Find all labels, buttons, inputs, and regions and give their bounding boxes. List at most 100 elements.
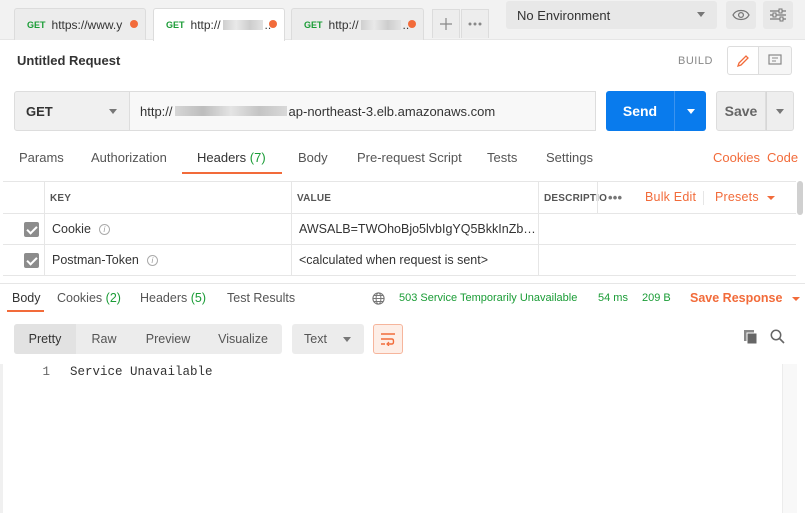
view-mode-preview[interactable]: Preview <box>132 324 204 354</box>
response-tab-body[interactable]: Body <box>12 291 41 305</box>
comment-icon <box>768 54 782 65</box>
tab-headers[interactable]: Headers (7) <box>197 150 266 165</box>
manage-environments-button[interactable] <box>763 1 793 29</box>
pencil-icon <box>736 54 749 67</box>
response-size[interactable]: 209 B <box>642 292 671 304</box>
copy-icon <box>744 330 758 345</box>
column-divider <box>44 182 45 276</box>
tab-params[interactable]: Params <box>19 150 64 165</box>
environment-quick-look-button[interactable] <box>726 1 756 29</box>
chevron-down-icon <box>109 109 117 114</box>
table-row: Cookie i AWSALB=TWOhoBjo5lvbIgYQ5BkkInZbx… <box>3 214 796 245</box>
edit-button[interactable] <box>727 46 759 75</box>
view-mode-pretty[interactable]: Pretty <box>14 324 76 354</box>
unsaved-dot-icon <box>269 20 277 28</box>
send-options-button[interactable] <box>674 91 706 131</box>
sliders-icon <box>770 8 786 22</box>
response-cookies-count: (2) <box>105 291 121 305</box>
chevron-down-icon <box>767 196 776 200</box>
url-prefix: http:// <box>140 103 173 119</box>
header-key-text: Cookie <box>52 222 91 236</box>
line-number: 1 <box>42 365 50 379</box>
request-tab-3[interactable]: GET http:// .. <box>291 8 424 40</box>
tab-method: GET <box>27 19 46 30</box>
url-input[interactable]: http:// ap-northeast-3.elb.amazonaws.com <box>130 91 596 131</box>
response-tab-headers-label: Headers <box>140 291 188 305</box>
response-tab-cookies[interactable]: Cookies (2) <box>57 291 121 305</box>
request-tab-2[interactable]: GET http:// .. <box>153 8 285 41</box>
tab-authorization[interactable]: Authorization <box>91 150 167 165</box>
response-bar: Body Cookies (2) Headers (5) Test Result… <box>0 283 805 312</box>
view-mode-raw[interactable]: Raw <box>76 324 132 354</box>
header-key[interactable]: Cookie i <box>52 222 110 236</box>
tab-body[interactable]: Body <box>298 150 328 165</box>
method-select[interactable]: GET <box>14 91 130 131</box>
unsaved-dot-icon <box>130 20 138 28</box>
wrap-lines-button[interactable] <box>373 324 403 354</box>
column-divider <box>703 191 704 205</box>
cookies-link[interactable]: Cookies <box>713 150 760 165</box>
tab-pre-request-script[interactable]: Pre-request Script <box>357 150 462 165</box>
table-header: KEY VALUE DESCRIPTIO ••• Bulk Edit Prese… <box>3 182 796 214</box>
column-divider <box>291 182 292 276</box>
presets-dropdown[interactable]: Presets <box>715 190 776 204</box>
response-status[interactable]: 503 Service Temporarily Unavailable <box>399 292 577 304</box>
response-body-text[interactable]: Service Unavailable <box>70 365 213 379</box>
column-divider <box>538 182 539 276</box>
response-tab-headers[interactable]: Headers (5) <box>140 291 206 305</box>
tab-url: http:// <box>328 17 359 32</box>
request-title[interactable]: Untitled Request <box>17 53 120 68</box>
tab-url: https://www.y <box>51 17 123 32</box>
redacted-host <box>360 19 401 30</box>
bulk-edit-button[interactable]: Bulk Edit <box>645 190 696 204</box>
save-options-button[interactable] <box>766 91 794 131</box>
comments-button[interactable] <box>759 46 792 75</box>
editor-gutter-edge <box>0 364 3 513</box>
editor-scrollbar[interactable] <box>782 364 797 513</box>
headers-table: KEY VALUE DESCRIPTIO ••• Bulk Edit Prese… <box>3 181 796 276</box>
request-tab-1[interactable]: GET https://www.y <box>14 8 146 40</box>
unsaved-dot-icon <box>408 20 416 28</box>
search-icon <box>770 329 785 344</box>
copy-button[interactable] <box>743 329 759 348</box>
save-button[interactable]: Save <box>716 91 766 131</box>
info-icon[interactable]: i <box>98 224 110 235</box>
chevron-down-icon <box>791 297 800 301</box>
globe-icon[interactable] <box>372 292 385 305</box>
tab-settings[interactable]: Settings <box>546 150 593 165</box>
code-link[interactable]: Code <box>767 150 798 165</box>
wrap-lines-icon <box>381 333 395 346</box>
view-mode-visualize[interactable]: Visualize <box>204 324 282 354</box>
new-tab-button[interactable] <box>432 9 460 38</box>
info-icon[interactable]: i <box>146 255 158 266</box>
header-key-text: Postman-Token <box>52 253 139 267</box>
column-value: VALUE <box>297 193 332 204</box>
active-tab-indicator <box>182 172 282 174</box>
format-select[interactable]: Text <box>292 324 364 354</box>
save-response-dropdown[interactable]: Save Response <box>690 291 801 305</box>
header-value[interactable]: <calculated when request is sent> <box>299 253 539 267</box>
tab-options-button[interactable] <box>461 9 489 38</box>
save-response-label: Save Response <box>690 291 783 305</box>
redacted-host <box>174 106 287 116</box>
environment-select[interactable]: No Environment <box>506 1 717 29</box>
send-button[interactable]: Send <box>606 91 674 131</box>
response-time[interactable]: 54 ms <box>598 292 628 304</box>
chevron-down-icon <box>697 12 705 17</box>
more-options-icon[interactable]: ••• <box>608 190 622 205</box>
tab-tests[interactable]: Tests <box>487 150 517 165</box>
active-tab-indicator <box>7 310 44 312</box>
row-enabled-checkbox[interactable] <box>24 222 39 237</box>
url-suffix: ap-northeast-3.elb.amazonaws.com <box>288 103 496 119</box>
column-key: KEY <box>50 193 72 204</box>
row-enabled-checkbox[interactable] <box>24 253 39 268</box>
search-button[interactable] <box>770 329 785 347</box>
request-tab-bar: GET https://www.y GET http:// .. GET htt… <box>0 0 805 41</box>
headers-count: (7) <box>249 150 266 165</box>
headers-scrollbar[interactable] <box>797 181 803 215</box>
tab-method: GET <box>304 19 323 30</box>
method-label: GET <box>26 103 53 119</box>
header-value[interactable]: AWSALB=TWOhoBjo5lvbIgYQ5BkkInZbxl... <box>299 222 539 236</box>
header-key[interactable]: Postman-Token i <box>52 253 158 267</box>
response-tab-test-results[interactable]: Test Results <box>227 291 295 305</box>
